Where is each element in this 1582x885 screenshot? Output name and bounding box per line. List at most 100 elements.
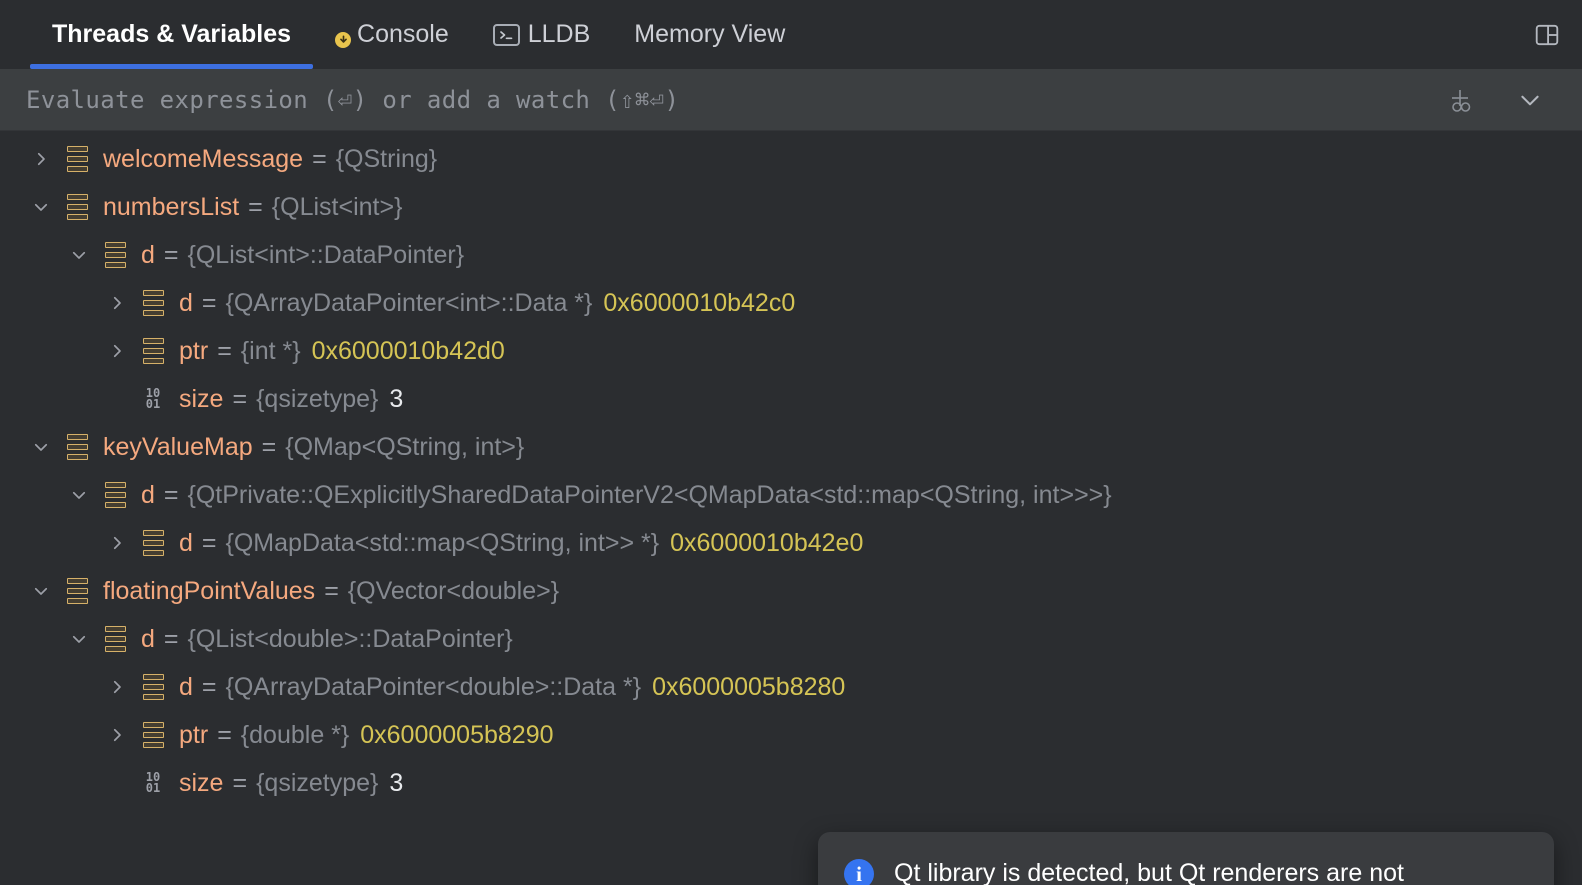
variables-tree[interactable]: welcomeMessage = {QString} numbersList = {QLi… xyxy=(0,131,1582,885)
primitive-value-icon: 10 01 xyxy=(145,770,161,795)
tab-label: LLDB xyxy=(527,20,591,48)
variable-type: {QtPrivate::QExplicitlySharedDataPointer… xyxy=(187,480,1112,509)
variable-type: {QList<double>::DataPointer} xyxy=(187,624,513,653)
chevron-down-icon[interactable] xyxy=(60,246,98,264)
tab-lldb[interactable]: LLDB xyxy=(471,0,613,69)
variable-name: d xyxy=(141,624,155,653)
variable-type: {int *} xyxy=(240,336,301,365)
chevron-right-icon[interactable] xyxy=(98,294,136,312)
object-variable-icon xyxy=(136,290,170,316)
chevron-down-icon[interactable] xyxy=(1510,80,1550,120)
tab-threads-variables[interactable]: Threads & Variables xyxy=(30,0,314,69)
variable-equals: = xyxy=(201,288,217,317)
evaluate-expression-bar xyxy=(0,69,1582,131)
variable-equals: = xyxy=(232,384,248,413)
variable-name: numbersList xyxy=(103,192,240,221)
variable-name: ptr xyxy=(179,720,209,749)
object-variable-icon xyxy=(60,578,94,604)
variable-address: 0x6000005b8280 xyxy=(652,672,846,701)
variable-row[interactable]: d = {QMapData<std::map<QString, int>> *} 0x… xyxy=(0,519,1582,567)
notification-message: Qt library is detected, but Qt renderers… xyxy=(894,859,1404,885)
variable-row[interactable]: d = {QArrayDataPointer<double>::Data *} 0x6… xyxy=(0,663,1582,711)
variable-name: floatingPointValues xyxy=(103,576,316,605)
variable-row[interactable]: welcomeMessage = {QString} xyxy=(0,135,1582,183)
tab-memory-view[interactable]: Memory View xyxy=(612,0,807,69)
variable-name: d xyxy=(141,480,155,509)
variable-equals: = xyxy=(261,432,277,461)
tab-label: Console xyxy=(357,20,449,48)
variable-equals: = xyxy=(163,240,179,269)
object-variable-icon xyxy=(136,722,170,748)
variable-equals: = xyxy=(201,672,217,701)
chevron-right-icon[interactable] xyxy=(98,342,136,360)
chevron-down-icon[interactable] xyxy=(22,438,60,456)
variable-row[interactable]: d = {QList<double>::DataPointer} xyxy=(0,615,1582,663)
object-variable-icon xyxy=(60,194,94,220)
chevron-down-icon[interactable] xyxy=(22,198,60,216)
tab-label: Memory View xyxy=(634,20,786,48)
variable-row[interactable]: 10 01 size = {qsizetype} 3 xyxy=(0,375,1582,423)
evaluate-bar-actions xyxy=(1440,80,1564,120)
variable-row[interactable]: keyValueMap = {QMap<QString, int>} xyxy=(0,423,1582,471)
variable-name: size xyxy=(179,384,224,413)
variable-name: d xyxy=(179,672,193,701)
object-variable-icon xyxy=(60,434,94,460)
variable-row[interactable]: floatingPointValues = {QVector<double>} xyxy=(0,567,1582,615)
chevron-down-icon[interactable] xyxy=(60,630,98,648)
variable-row[interactable]: ptr = {double *} 0x6000005b8290 xyxy=(0,711,1582,759)
variable-equals: = xyxy=(217,336,232,365)
variable-type: {QList<int>::DataPointer} xyxy=(187,240,465,269)
variable-equals: = xyxy=(201,528,217,557)
chevron-right-icon[interactable] xyxy=(98,678,136,696)
variable-row[interactable]: numbersList = {QList<int>} xyxy=(0,183,1582,231)
variable-type: {QMap<QString, int>} xyxy=(285,432,525,461)
variable-name: d xyxy=(141,240,155,269)
variable-equals: = xyxy=(232,768,248,797)
primitive-value-icon: 10 01 xyxy=(145,386,161,411)
chevron-down-icon[interactable] xyxy=(22,582,60,600)
object-variable-icon xyxy=(136,338,170,364)
chevron-right-icon[interactable] xyxy=(98,534,136,552)
variable-row[interactable]: 10 01 size = {qsizetype} 3 xyxy=(0,759,1582,807)
variable-type: {QVector<double>} xyxy=(347,576,560,605)
console-warning-icon xyxy=(335,31,352,48)
object-variable-icon xyxy=(136,530,170,556)
variable-name: d xyxy=(179,528,193,557)
chevron-right-icon[interactable] xyxy=(98,726,136,744)
variable-equals: = xyxy=(312,144,327,173)
variable-value: 3 xyxy=(389,384,404,413)
tab-console[interactable]: Console xyxy=(313,0,471,69)
variable-equals: = xyxy=(324,576,339,605)
variable-type: {double *} xyxy=(240,720,350,749)
variable-type: {QList<int>} xyxy=(271,192,403,221)
qt-renderers-notification: i Qt library is detected, but Qt rendere… xyxy=(818,832,1554,885)
evaluate-expression-input[interactable] xyxy=(24,84,1440,115)
active-tab-indicator xyxy=(30,64,314,69)
variable-name: size xyxy=(179,768,224,797)
variable-name: welcomeMessage xyxy=(103,144,304,173)
variable-name: ptr xyxy=(179,336,209,365)
variable-type: {QMapData<std::map<QString, int>> *} xyxy=(225,528,660,557)
variable-type: {qsizetype} xyxy=(256,768,379,797)
variable-equals: = xyxy=(217,720,232,749)
variable-name: d xyxy=(179,288,193,317)
variable-row[interactable]: ptr = {int *} 0x6000010b42d0 xyxy=(0,327,1582,375)
chevron-down-icon[interactable] xyxy=(60,486,98,504)
variable-row[interactable]: d = {QArrayDataPointer<int>::Data *} 0x6000… xyxy=(0,279,1582,327)
variable-type: {QArrayDataPointer<double>::Data *} xyxy=(225,672,642,701)
add-watch-icon[interactable] xyxy=(1440,80,1480,120)
object-variable-icon xyxy=(98,242,132,268)
variable-equals: = xyxy=(248,192,263,221)
split-panel-icon[interactable] xyxy=(1530,18,1564,52)
variable-row[interactable]: d = {QtPrivate::QExplicitlySharedDataPoint… xyxy=(0,471,1582,519)
variable-type: {qsizetype} xyxy=(256,384,379,413)
variable-address: 0x6000010b42c0 xyxy=(603,288,796,317)
chevron-right-icon[interactable] xyxy=(22,150,60,168)
variable-type: {QArrayDataPointer<int>::Data *} xyxy=(225,288,593,317)
variable-equals: = xyxy=(163,624,179,653)
object-variable-icon xyxy=(98,482,132,508)
variable-row[interactable]: d = {QList<int>::DataPointer} xyxy=(0,231,1582,279)
info-icon: i xyxy=(844,859,874,885)
variable-address: 0x6000010b42e0 xyxy=(670,528,864,557)
terminal-icon xyxy=(492,23,520,46)
